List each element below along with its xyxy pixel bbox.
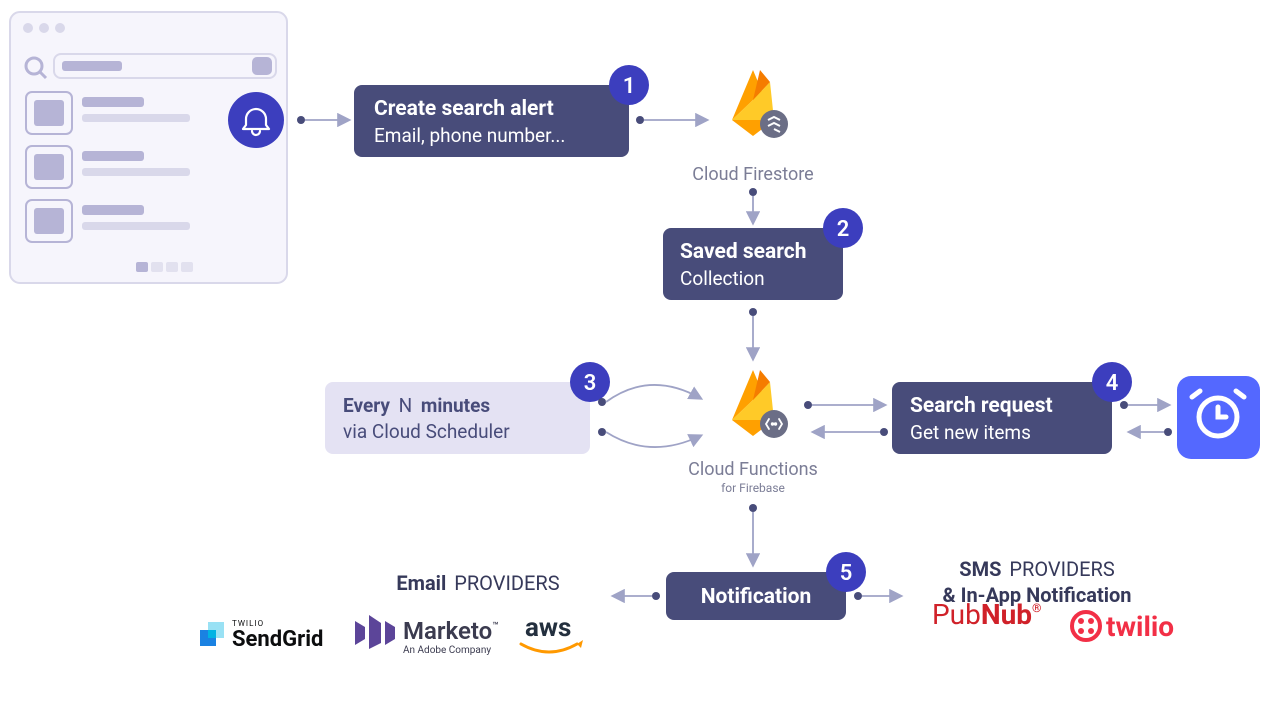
svg-text:Saved search: Saved search [680,240,806,264]
step-1-title: Create search alert [374,97,554,121]
svg-text:Get new items: Get new items [910,421,1031,444]
svg-text:1: 1 [623,74,636,99]
step-4-box: Search request Get new items 4 [892,362,1132,454]
svg-text:An Adobe Company: An Adobe Company [403,645,491,656]
svg-text:5: 5 [840,561,853,586]
svg-text:Every N minutes: Every N minutes [343,394,490,417]
alarm-icon [1177,376,1260,459]
svg-text:Cloud Functions: Cloud Functions [688,459,818,480]
marketo-logo: Marketo™ An Adobe Company [355,615,499,656]
svg-text:Collection: Collection [680,267,765,290]
step-3-box: Every N minutes via Cloud Scheduler 3 [325,362,610,454]
step-5-box: Notification 5 [666,552,866,620]
connectors [297,116,1172,600]
twilio-logo: twilio [1072,610,1174,643]
svg-text:SMS PROVIDERS: SMS PROVIDERS [959,557,1115,581]
step-1-box: Create search alert Email, phone number.… [354,65,649,157]
email-providers-heading: Email PROVIDERS [396,571,559,595]
architecture-diagram: Create search alert Email, phone number.… [0,0,1280,720]
step-1-sub: Email, phone number... [374,124,565,147]
cloud-firestore-label: Cloud Firestore [692,164,813,185]
cloud-functions-icon: Cloud Functions for Firebase [688,370,818,495]
svg-text:PubNub®: PubNub® [932,598,1041,631]
svg-text:SendGrid: SendGrid [232,627,323,652]
cloud-firestore-icon: Cloud Firestore [692,70,813,185]
svg-text:2: 2 [837,217,850,242]
svg-text:3: 3 [584,371,597,396]
aws-logo: aws [521,613,583,652]
svg-text:via Cloud Scheduler: via Cloud Scheduler [343,420,510,443]
svg-text:for Firebase: for Firebase [721,481,785,495]
svg-text:Marketo™: Marketo™ [403,617,499,645]
svg-text:4: 4 [1106,371,1119,396]
svg-text:Search request: Search request [910,394,1053,418]
pubnub-logo: PubNub® [932,598,1041,631]
svg-text:aws: aws [525,613,571,643]
bell-badge [228,92,284,148]
browser-mock [10,12,287,283]
svg-text:Notification: Notification [701,585,812,609]
sendgrid-logo: TWILIO SendGrid [200,619,323,652]
step-2-box: Saved search Collection 2 [663,208,863,300]
svg-text:twilio: twilio [1106,610,1174,643]
